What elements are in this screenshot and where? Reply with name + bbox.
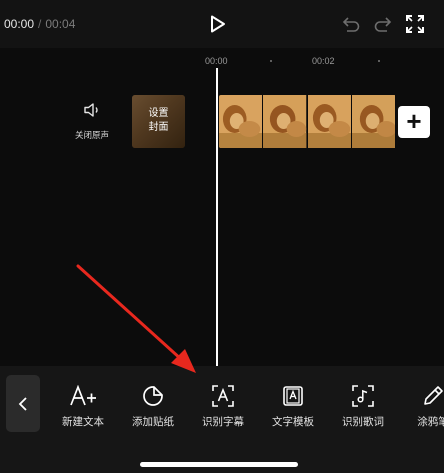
tool-label: 添加贴纸	[132, 416, 174, 428]
fullscreen-icon	[406, 15, 424, 33]
time-display: 00:00/00:04	[4, 17, 75, 31]
total-time: 00:04	[45, 17, 76, 31]
lion-thumbnail	[351, 95, 396, 148]
chevron-left-icon	[18, 396, 27, 411]
timeline-tick-dot	[378, 60, 380, 62]
tool-label: 新建文本	[62, 416, 104, 428]
clip-thumbnail	[263, 95, 308, 148]
timeline-tick-label: 00:02	[312, 56, 335, 66]
redo-button[interactable]	[373, 14, 393, 34]
lion-thumbnail	[219, 95, 263, 148]
recognize-lyrics-button[interactable]: 识别歌词	[328, 366, 398, 441]
undo-icon	[342, 17, 360, 32]
tool-label: 文字模板	[272, 416, 314, 428]
text-template-button[interactable]: 文字模板	[258, 366, 328, 441]
home-indicator[interactable]	[140, 462, 298, 467]
cover-label: 设置封面	[148, 108, 169, 133]
timeline-tick-label: 00:00	[205, 56, 228, 66]
brush-icon	[419, 384, 444, 408]
sticker-icon	[139, 384, 167, 408]
recognize-subtitles-button[interactable]: 识别字幕	[188, 366, 258, 441]
time-separator: /	[38, 17, 42, 31]
add-clip-button[interactable]: +	[398, 106, 430, 138]
tool-label: 涂鸦笔	[417, 416, 444, 428]
undo-button[interactable]	[341, 14, 361, 34]
add-sticker-button[interactable]: 添加贴纸	[118, 366, 188, 441]
lyrics-recognize-icon	[349, 384, 377, 408]
tool-label: 识别歌词	[342, 416, 384, 428]
fullscreen-button[interactable]	[405, 14, 425, 34]
lion-thumbnail	[263, 95, 307, 148]
play-icon	[211, 15, 225, 33]
play-button[interactable]	[208, 14, 228, 34]
text-toolbar: 新建文本 添加贴纸 识别字幕 文字模板 识别歌词 涂鸦笔	[0, 366, 444, 473]
video-clip-track[interactable]	[219, 95, 396, 148]
redo-icon	[374, 17, 392, 32]
subtitle-recognize-icon	[209, 384, 237, 408]
clip-thumbnail	[307, 95, 352, 148]
timeline-area[interactable]: 00:00 00:02 关闭原声 设置封面 +	[0, 48, 444, 366]
playhead[interactable]	[216, 68, 218, 366]
mute-label: 关闭原声	[74, 130, 109, 140]
tool-label: 识别字幕	[202, 416, 244, 428]
speaker-icon	[84, 103, 98, 117]
clip-thumbnail	[219, 95, 264, 148]
back-button[interactable]	[6, 375, 40, 432]
mute-original-audio-button[interactable]: 关闭原声	[66, 102, 118, 141]
lion-thumbnail	[307, 95, 351, 148]
timeline-tick-dot	[270, 60, 272, 62]
text-add-icon	[69, 384, 97, 408]
set-cover-button[interactable]: 设置封面	[132, 95, 185, 148]
current-time: 00:00	[4, 17, 35, 31]
clip-thumbnail	[351, 95, 396, 148]
playback-bar: 00:00/00:04	[0, 0, 444, 48]
brush-button[interactable]: 涂鸦笔	[398, 366, 444, 441]
text-template-icon	[279, 384, 307, 408]
new-text-button[interactable]: 新建文本	[48, 366, 118, 441]
